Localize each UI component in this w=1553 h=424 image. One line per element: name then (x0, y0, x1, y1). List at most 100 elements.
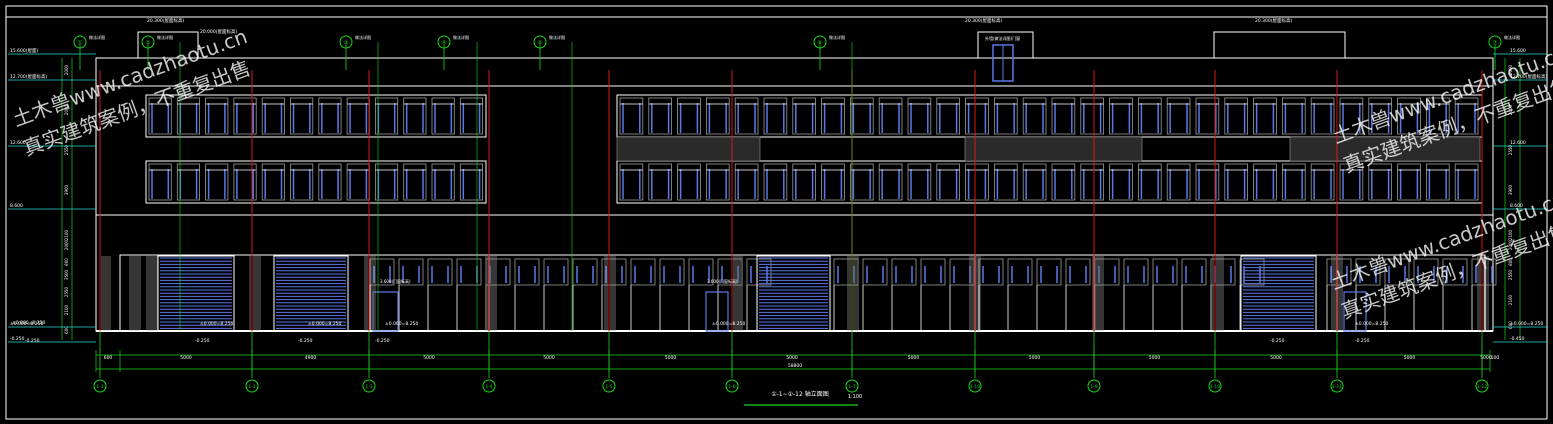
callout-note: 做法详图 (355, 34, 371, 40)
callout-number: ① (77, 40, 82, 47)
hatched-pilaster (731, 256, 743, 331)
ground-minus-note: -0.250 (1355, 338, 1370, 344)
callout-note: 做法详图 (1504, 34, 1520, 40)
bay-dimension: 600 (104, 355, 113, 361)
drawing-frame (5, 5, 1548, 420)
dim-text: 2550 (1508, 269, 1513, 280)
ground-level-note: ±0.000=8.250 (712, 321, 745, 327)
level-label: 12.700(屋面标高) (1510, 73, 1548, 80)
dim-text: 2100 (1508, 229, 1513, 240)
grid-label: 1-2 (248, 384, 255, 390)
grid-label: 1-5 (605, 384, 612, 390)
bay-dimension: 5000 (1149, 355, 1161, 361)
level-label: -0.250 (10, 336, 25, 342)
bay-dimension: 5000 (665, 355, 677, 361)
dim-text: 2000 (1508, 239, 1513, 250)
storefront-note: 3.600(门窗标高) (707, 278, 738, 284)
ground-minus-note: -0.250 (195, 338, 210, 344)
hatched-pilaster (99, 256, 111, 331)
bay-dimension: 5000 (1270, 355, 1282, 361)
callout-number: ③ (343, 40, 348, 47)
ground-minus-note: -0.250 (25, 338, 40, 344)
roller-shutter-door (1240, 255, 1317, 332)
dim-text: 2000 (1508, 104, 1513, 115)
drawing-scale: 1:100 (848, 394, 862, 400)
dim-text: 800 (64, 258, 69, 266)
elevation-drawing: 1-1 1-2 1-3 1-4 1-5 1-6 1-7 1-10 1-9 1-10 1-11 1-12… (5, 5, 1548, 420)
bay-dimension: 5000 (908, 355, 920, 361)
dim-text: 3900 (1508, 184, 1513, 195)
bay-dimension: 500 (1491, 355, 1500, 361)
dim-text: 800 (1508, 258, 1513, 266)
level-label: 15.600(屋面) (10, 48, 39, 54)
level-label: 8.600 (10, 203, 23, 209)
callout-number: ⑤ (537, 40, 542, 47)
roof-note: 20.300(屋面标高) (965, 17, 1003, 24)
roof-note: 20.000(屋面标高) (200, 28, 238, 35)
level-label: 12.600 (1510, 140, 1526, 146)
dim-text: 2000 (64, 64, 69, 75)
hatched-wall (1289, 136, 1481, 162)
grid-label: 1-7 (848, 384, 855, 390)
ground-minus-note: -0.250 (298, 338, 313, 344)
callout-note: 做法详图 (549, 34, 565, 40)
dim-text: 3500 (64, 269, 69, 280)
ground-level-note: ±0.000=8.250 (200, 321, 233, 327)
callout-number: ④ (441, 40, 446, 47)
rooftop-box (1213, 31, 1346, 59)
drawing-title: ①-1~①-12 轴立面图 (771, 390, 828, 398)
dim-text: 3900 (64, 184, 69, 195)
hatched-wall (616, 136, 761, 162)
storefront-note: 3.600(门窗标高) (380, 278, 411, 284)
grid-label: 1-6 (728, 384, 735, 390)
callout-number: ⑦ (1492, 40, 1498, 47)
level-label: 12.600 (10, 140, 26, 146)
bay-dimension: 4900 (305, 355, 317, 361)
roller-shutter-door (157, 255, 235, 332)
window-band (616, 94, 1483, 138)
ground-level-note: ±0.000=8.250 (308, 321, 341, 327)
grid-label: 1-1 (96, 384, 103, 390)
bay-dimension: 5000 (1029, 355, 1041, 361)
dim-text: 2000 (1508, 64, 1513, 75)
ground-minus-note: -0.250 (375, 338, 390, 344)
grid-label: 1-9 (1090, 384, 1097, 390)
overall-dimension: 58800 (788, 363, 802, 369)
callout-note: 做法详图 (157, 34, 173, 40)
hatched-pilaster (146, 256, 158, 331)
roller-shutter-door (273, 255, 349, 332)
callout-note: 做法详图 (829, 34, 845, 40)
annotation-labels: ① 做法详图 ② 做法详图 ③ 做法详图 ④ 做法详图 ⑤ 做法详图 ⑥ 做法详图 ⑦ 做法详图 20.30… (8, 17, 1548, 344)
building-elevation (95, 31, 1497, 332)
ground-level-note: ±0.000=8.250 (385, 321, 418, 327)
roof-note: 20.300(屋面标高) (147, 17, 185, 24)
callout-number: ⑥ (817, 40, 822, 47)
level-label: ±0.000=8.250 (1510, 321, 1543, 327)
roller-shutter-door (756, 255, 831, 332)
bay-dimension: 5000 (180, 355, 192, 361)
ground-level-note: ±0.000=8.250 (12, 320, 45, 326)
rooftop-note: 外墙(做法详图)门窗 (985, 35, 1020, 41)
dim-text: 2100 (1508, 294, 1513, 305)
grid-label: 1-12 (1477, 384, 1487, 390)
hatched-pilaster (847, 256, 859, 331)
level-label: 8.600 (1510, 203, 1523, 209)
bay-dimension: 5000 (423, 355, 435, 361)
dim-text: 2100 (64, 304, 69, 315)
callout-note: 做法详图 (89, 34, 105, 40)
hatched-wall (964, 136, 1143, 162)
hatched-pilaster (129, 256, 141, 331)
dim-text: 2000 (64, 104, 69, 115)
ground-minus-note: -0.250 (1270, 338, 1285, 344)
ground-level-note: ±0.000=8.250 (1355, 321, 1388, 327)
bay-dimension: 5000 (543, 355, 555, 361)
level-label: 15.600 (1510, 48, 1526, 54)
bay-dimension: 5000 (786, 355, 798, 361)
hatched-pilaster (1477, 256, 1489, 331)
window-band (616, 160, 1483, 204)
hatched-pilaster (485, 256, 497, 331)
callout-note: 做法详图 (453, 34, 469, 40)
dim-text: 2550 (64, 286, 69, 297)
grid-label: 1-10 (970, 384, 980, 390)
grid-label: 1-10 (1210, 384, 1220, 390)
